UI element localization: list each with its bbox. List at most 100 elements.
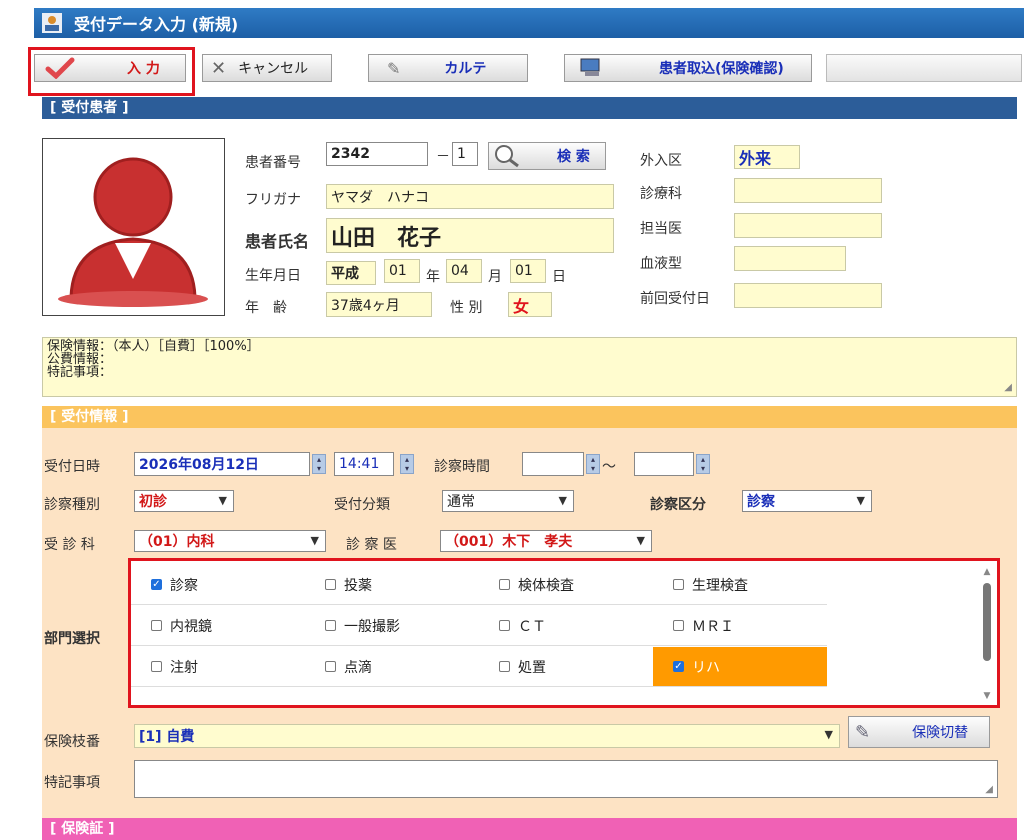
exam-end-field[interactable] (634, 452, 694, 476)
birth-day-value: 01 (515, 263, 533, 279)
visit-type-field[interactable]: 外来 (734, 145, 800, 169)
kana-field[interactable]: ヤマダ ハナコ (326, 184, 614, 209)
dept-label: 点滴 (344, 659, 372, 676)
dept-label: 内視鏡 (170, 618, 212, 635)
insurance-section-header: [ 保険証 ] (42, 818, 1017, 840)
cancel-label: キャンセル (238, 61, 309, 77)
birth-month-value: 04 (451, 263, 469, 279)
notes-label: 特記事項 (44, 775, 100, 791)
exam-time-label: 診察時間 (434, 459, 490, 475)
birth-year-value: 01 (389, 263, 407, 279)
exam-type-select[interactable]: 初診 ▼ (134, 490, 234, 512)
doctor-label: 担当医 (640, 221, 682, 237)
sex-label: 性 別 (450, 300, 483, 316)
chevron-down-icon: ▼ (856, 494, 865, 507)
dept-label: 投薬 (344, 577, 372, 594)
category-label: 受付分類 (334, 497, 390, 513)
division-select-label: 部門選択 (44, 631, 100, 647)
dept-checkbox-2[interactable]: 検体検査 (479, 565, 653, 605)
chevron-down-icon: ▼ (558, 494, 567, 507)
time-field[interactable]: 14:41 (334, 452, 394, 476)
sex-field: 女 (508, 292, 552, 317)
chevron-down-icon: ▼ (310, 534, 319, 547)
dept-checkbox-5[interactable]: 一般撮影 (305, 606, 479, 646)
date-field[interactable]: 2026年08月12日 (134, 452, 310, 476)
patient-number-suffix-input[interactable]: 1 (452, 142, 478, 166)
era-value: 平成 (331, 266, 359, 282)
doctor-field[interactable] (734, 213, 882, 238)
category-select[interactable]: 通常 ▼ (442, 490, 574, 512)
tilde: ～ (602, 459, 616, 475)
name-field[interactable]: 山田 花子 (326, 218, 614, 253)
magnifier-icon (495, 145, 519, 168)
birth-month-field[interactable]: 04 (446, 259, 482, 283)
date-spin[interactable]: ▴ ▾ (312, 454, 326, 474)
chevron-down-icon: ▼ (218, 494, 227, 507)
user-icon (42, 13, 62, 33)
switch-insurance-button[interactable]: ✎ 保険切替 (848, 716, 990, 748)
sex-value: 女 (513, 296, 530, 316)
chart-label: カルテ (444, 61, 487, 77)
dept-label: 注射 (170, 659, 198, 676)
checkbox-icon (325, 620, 336, 631)
exam-start-field[interactable] (522, 452, 584, 476)
department-field[interactable] (734, 178, 882, 203)
notes-info-line: 特記事項： (47, 365, 113, 380)
last-visit-field[interactable] (734, 283, 882, 308)
patient-number-value: 2342 (331, 146, 370, 162)
insurance-info-line: 保険情報：（本人）［自費］［100%］ (47, 339, 260, 354)
scroll-down-icon[interactable]: ▼ (981, 691, 993, 701)
exam-doctor-select[interactable]: （001）木下 孝夫 ▼ (440, 530, 652, 552)
scroll-up-icon[interactable]: ▲ (981, 567, 993, 577)
exam-division-select[interactable]: 診察 ▼ (742, 490, 872, 512)
patient-info-box[interactable]: 保険情報：（本人）［自費］［100%］ 公費情報： 特記事項： ◢ (42, 337, 1017, 397)
toolbar-empty-area (826, 54, 1022, 82)
checklist-scrollbar[interactable]: ▲ ▼ (981, 567, 993, 703)
dept-checkbox-1[interactable]: 投薬 (305, 565, 479, 605)
public-info-line: 公費情報： (47, 352, 113, 367)
last-visit-label: 前回受付日 (640, 291, 710, 307)
import-patient-button[interactable]: 患者取込(保険確認) (564, 54, 812, 82)
birth-day-field[interactable]: 01 (510, 259, 546, 283)
insurance-branch-select[interactable]: [1] 自費 ▼ (134, 724, 840, 748)
dept-checkbox-6[interactable]: ＣＴ (479, 606, 653, 646)
dept-checkbox-0[interactable]: ✓ 診察 (131, 565, 305, 605)
year-unit: 年 (426, 269, 440, 285)
search-button[interactable]: 検 索 (488, 142, 606, 170)
close-icon: ✕ (211, 57, 227, 79)
insurance-branch-value: [1] 自費 (139, 729, 195, 745)
dept-checkbox-7[interactable]: ＭＲＩ (653, 606, 827, 646)
checkbox-icon (673, 620, 684, 631)
dept-checkbox-8[interactable]: 注射 (131, 647, 305, 687)
computer-icon (580, 58, 600, 76)
enter-button-highlight (28, 47, 195, 96)
exam-start-spin[interactable]: ▴ ▾ (586, 454, 600, 474)
dept-label: 一般撮影 (344, 618, 400, 635)
patient-number-input[interactable]: 2342 (326, 142, 428, 166)
time-spin[interactable]: ▴ ▾ (400, 454, 414, 474)
dept-checkbox-10[interactable]: 処置 (479, 647, 653, 687)
age-label: 年 齢 (245, 300, 287, 316)
switch-insurance-label: 保険切替 (912, 725, 969, 741)
scrollbar-thumb[interactable] (983, 583, 991, 661)
birth-year-field[interactable]: 01 (384, 259, 420, 283)
title-bar: 受付データ入力 (新規) (34, 8, 1024, 38)
blood-type-field[interactable] (734, 246, 846, 271)
notes-field[interactable]: ◢ (134, 760, 998, 798)
consult-dept-select[interactable]: （01）内科 ▼ (134, 530, 326, 552)
chevron-down-icon: ▼ (824, 728, 833, 741)
dept-checkbox-11[interactable]: ✓ リハ (653, 647, 827, 687)
kana-label: フリガナ (245, 192, 301, 208)
exam-end-spin[interactable]: ▴ ▾ (696, 454, 710, 474)
cancel-button[interactable]: ✕ キャンセル (202, 54, 332, 82)
import-label: 患者取込(保険確認) (659, 61, 784, 77)
dept-checkbox-9[interactable]: 点滴 (305, 647, 479, 687)
dept-checkbox-3[interactable]: 生理検査 (653, 565, 827, 605)
era-field[interactable]: 平成 (326, 261, 376, 285)
patient-photo (42, 138, 225, 316)
chart-button[interactable]: ✎ カルテ (368, 54, 528, 82)
visit-type-label: 外入区 (640, 153, 682, 169)
age-field: 37歳4ヶ月 (326, 292, 432, 317)
dept-checkbox-4[interactable]: 内視鏡 (131, 606, 305, 646)
category-value: 通常 (447, 494, 475, 510)
